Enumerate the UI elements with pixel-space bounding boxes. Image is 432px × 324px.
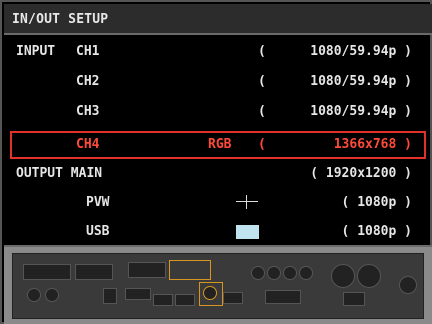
device-rear-panel-image (12, 253, 424, 319)
connector (203, 286, 217, 300)
connector (331, 264, 355, 288)
rear-panel-image (4, 245, 432, 324)
connector (153, 294, 173, 306)
open-bracket: ( (258, 44, 266, 59)
resolution-value: 1080/59.94p ) (310, 74, 412, 89)
output-main-value: ( 1920x1200 ) (310, 166, 412, 181)
highlight-box (169, 260, 211, 280)
connector (223, 292, 243, 304)
output-main-row[interactable]: OUTPUT MAIN ( 1920x1200 ) (4, 160, 432, 188)
page-title: IN/OUT SETUP (4, 4, 432, 35)
connector (265, 290, 301, 304)
connector (175, 294, 195, 306)
in-out-setup-screen: IN/OUT SETUP INPUT CH1 ( 1080/59.94p ) C… (0, 0, 432, 324)
input-ch3-row[interactable]: CH3 ( 1080/59.94p ) (4, 98, 432, 126)
resolution-value: 1080/59.94p ) (310, 104, 412, 119)
resolution-value: 1080/59.94p ) (310, 44, 412, 59)
color-swatch-icon (236, 225, 259, 239)
connector (299, 266, 313, 280)
connector (357, 264, 381, 288)
output-label: OUTPUT MAIN (16, 166, 103, 181)
output-pvw-row[interactable]: PVW ( 1080p ) (4, 189, 432, 217)
input-ch2-row[interactable]: CH2 ( 1080/59.94p ) (4, 68, 432, 96)
connector (343, 292, 365, 306)
open-bracket: ( (258, 137, 266, 152)
channel-name: CH2 (76, 74, 100, 89)
connector (103, 288, 117, 304)
connector (27, 288, 41, 302)
channel-name: CH3 (76, 104, 100, 119)
input-label: INPUT (16, 44, 56, 59)
connector (267, 266, 281, 280)
output-usb-row[interactable]: USB ( 1080p ) (4, 218, 432, 246)
connector (128, 262, 166, 278)
usb-label: USB (86, 224, 110, 239)
channel-name: CH4 (76, 137, 100, 152)
crosshair-icon (236, 195, 258, 209)
input-ch1-row[interactable]: INPUT CH1 ( 1080/59.94p ) (4, 38, 432, 66)
usb-value: ( 1080p ) (341, 224, 412, 239)
pvw-label: PVW (86, 195, 110, 210)
connector (125, 288, 151, 300)
connector (399, 276, 417, 294)
connector (283, 266, 297, 280)
connector (251, 266, 265, 280)
open-bracket: ( (258, 74, 266, 89)
connector (23, 264, 71, 280)
channel-name: CH1 (76, 44, 100, 59)
signal-type-tag: RGB (208, 137, 232, 152)
open-bracket: ( (258, 104, 266, 119)
input-ch4-row-selected[interactable]: CH4 RGB ( 1366x768 ) (10, 131, 426, 159)
connector (45, 288, 59, 302)
connector (75, 264, 113, 280)
resolution-value: 1366x768 ) (333, 137, 412, 152)
pvw-value: ( 1080p ) (341, 195, 412, 210)
